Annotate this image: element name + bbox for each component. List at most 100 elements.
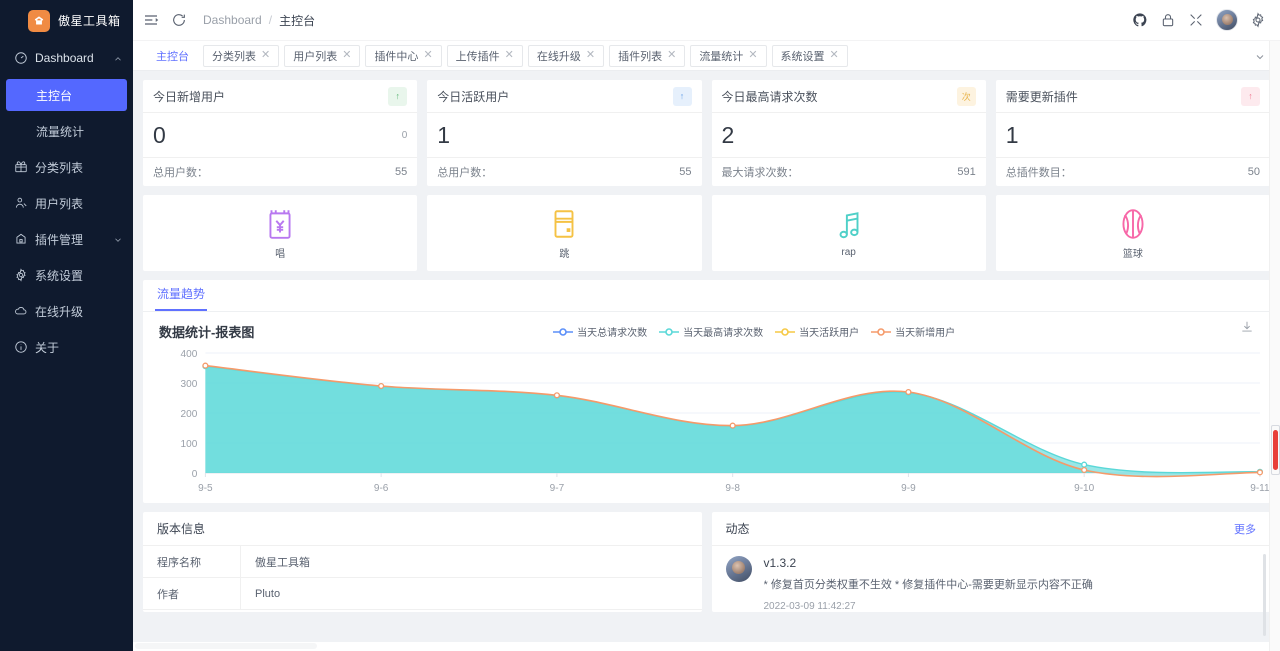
- category-card-chang[interactable]: 唱: [143, 195, 417, 271]
- sidebar-item-category-list[interactable]: 分类列表: [0, 151, 133, 183]
- trend-up-badge-icon: ↑: [1241, 87, 1260, 106]
- sidebar-group-dashboard[interactable]: Dashboard: [0, 41, 133, 75]
- avatar[interactable]: [1216, 9, 1238, 31]
- legend-item-active-users[interactable]: 当天活跃用户: [775, 324, 859, 339]
- tab-plugin-center[interactable]: 插件中心 ✕: [365, 45, 441, 67]
- category-card-row: 唱 跳 rap 篮球: [143, 195, 1270, 271]
- close-icon[interactable]: ✕: [830, 50, 839, 61]
- sidebar-item-label: 在线升级: [35, 303, 123, 320]
- tab-traffic-stats[interactable]: 流量统计 ✕: [690, 45, 766, 67]
- sidebar-item-label: 用户列表: [35, 195, 123, 212]
- tab-plugin-list[interactable]: 插件列表✕: [609, 45, 685, 67]
- sidebar-item-plugin-manage[interactable]: 插件管理: [0, 223, 133, 255]
- legend-marker-icon: [659, 327, 679, 337]
- sidebar-item-about[interactable]: 关于: [0, 331, 133, 363]
- table-cell-key: 程序名称: [143, 546, 241, 577]
- panel-header: 版本信息: [143, 512, 702, 546]
- stat-card-max-requests: 今日最高请求次数 次 2 最大请求次数： 591: [712, 80, 986, 186]
- sidebar-item-online-upgrade[interactable]: 在线升级: [0, 295, 133, 327]
- legend-item-total-requests[interactable]: 当天总请求次数: [553, 324, 647, 339]
- table-cell-key: 作者: [143, 578, 241, 609]
- github-icon[interactable]: [1132, 12, 1148, 28]
- stat-card-active-users: 今日活跃用户 ↑ 1 总用户数： 55: [427, 80, 701, 186]
- topbar: Dashboard / 主控台: [133, 0, 1280, 41]
- tab-label: 插件中心: [374, 48, 418, 64]
- breadcrumb-root[interactable]: Dashboard: [203, 13, 262, 27]
- more-link[interactable]: 更多: [1234, 521, 1256, 537]
- tab-online-upgrade[interactable]: 在线升级✕: [528, 45, 604, 67]
- music-note-icon: [832, 209, 866, 243]
- tab-label: 系统设置: [781, 48, 825, 64]
- gear-icon: [14, 268, 28, 282]
- close-icon[interactable]: ✕: [261, 50, 270, 61]
- sidebar-item-dashboard-console[interactable]: 主控台: [6, 79, 127, 111]
- stat-card-footer: 总插件数目： 50: [996, 158, 1270, 186]
- stat-card-row: 今日新增用户 ↑ 0 0 总用户数： 55 今日活跃用户 ↑: [143, 80, 1270, 186]
- sidebar-item-label: 关于: [35, 339, 123, 356]
- category-card-label: 跳: [559, 245, 569, 260]
- page-scrollbar-thumb[interactable]: [1273, 430, 1278, 470]
- close-icon[interactable]: ✕: [342, 50, 351, 61]
- trend-up-badge-icon: ↑: [388, 87, 407, 106]
- logo[interactable]: 傲星工具箱: [0, 0, 133, 41]
- download-icon[interactable]: [1240, 320, 1254, 334]
- category-card-rap[interactable]: rap: [712, 195, 986, 271]
- legend-marker-icon: [775, 327, 795, 337]
- sidebar-item-user-list[interactable]: 用户列表: [0, 187, 133, 219]
- close-icon[interactable]: ✕: [505, 50, 514, 61]
- sidebar-item-system-settings[interactable]: 系统设置: [0, 259, 133, 291]
- svg-text:9-5: 9-5: [198, 483, 213, 494]
- panel-title: 版本信息: [157, 520, 205, 537]
- app-root: 傲星工具箱 Dashboard 主控台 流量统计 分类列表: [0, 0, 1280, 651]
- gift-icon: [14, 160, 28, 174]
- stat-card-side-value: 0: [402, 130, 408, 141]
- tab-system-settings[interactable]: 系统设置 ✕: [772, 45, 848, 67]
- stat-card-value: 1: [1006, 124, 1019, 147]
- fullscreen-icon[interactable]: [1188, 12, 1204, 28]
- lock-icon[interactable]: [1160, 12, 1176, 28]
- panel-title: 动态: [726, 520, 750, 537]
- avatar: [726, 556, 752, 582]
- legend-item-new-users[interactable]: 当天新增用户: [871, 324, 955, 339]
- chart-tab-traffic-trend[interactable]: 流量趋势: [155, 285, 207, 311]
- tab-category-list[interactable]: 分类列表✕: [203, 45, 279, 67]
- tab-user-list[interactable]: 用户列表✕: [284, 45, 360, 67]
- category-card-basketball[interactable]: 篮球: [996, 195, 1270, 271]
- sidebar-item-traffic-stats[interactable]: 流量统计: [6, 115, 127, 147]
- tab-console[interactable]: 主控台: [147, 45, 198, 67]
- stat-card-foot-value: 50: [1248, 166, 1260, 178]
- sidebar-group-label: Dashboard: [35, 51, 106, 65]
- chart-tab-bar: 流量趋势: [143, 280, 1270, 312]
- close-icon[interactable]: ✕: [667, 50, 676, 61]
- money-ticket-icon: [263, 207, 297, 241]
- svg-text:9-10: 9-10: [1074, 483, 1095, 494]
- tab-label: 流量统计: [699, 48, 743, 64]
- legend-label: 当天总请求次数: [577, 324, 647, 339]
- horizontal-scrollbar[interactable]: [133, 642, 1269, 651]
- stat-card-new-users: 今日新增用户 ↑ 0 0 总用户数： 55: [143, 80, 417, 186]
- tab-upload-plugin[interactable]: 上传插件✕: [447, 45, 523, 67]
- close-icon[interactable]: ✕: [748, 50, 757, 61]
- close-icon[interactable]: ✕: [423, 50, 432, 61]
- svg-text:9-6: 9-6: [374, 483, 389, 494]
- breadcrumb-separator: /: [269, 13, 272, 27]
- stat-card-footer: 最大请求次数： 591: [712, 158, 986, 186]
- settings-gear-icon[interactable]: [1250, 12, 1266, 28]
- stat-card-title: 今日新增用户: [153, 88, 225, 105]
- chart-header: 数据统计-报表图 当天总请求次数 当天最高请求次数 当天活跃用户: [143, 312, 1270, 341]
- sidebar-subitem-label: 流量统计: [36, 123, 84, 140]
- chart-legend: 当天总请求次数 当天最高请求次数 当天活跃用户 当天新增用户: [553, 324, 955, 339]
- stat-card-header: 需要更新插件 ↑: [996, 80, 1270, 113]
- stat-card-body: 2: [712, 113, 986, 158]
- app-logo-icon: [28, 10, 50, 32]
- menu-collapse-icon[interactable]: [143, 12, 159, 28]
- close-icon[interactable]: ✕: [586, 50, 595, 61]
- horizontal-scrollbar-thumb[interactable]: [135, 643, 317, 649]
- refresh-icon[interactable]: [171, 12, 187, 28]
- category-card-tiao[interactable]: 跳: [427, 195, 701, 271]
- legend-item-max-requests[interactable]: 当天最高请求次数: [659, 324, 763, 339]
- page-scrollbar[interactable]: [1269, 41, 1280, 651]
- table-row: 作者 Pluto: [143, 578, 702, 610]
- feed-scrollbar[interactable]: [1263, 554, 1266, 636]
- tabbar-chevron-down-icon[interactable]: [1254, 50, 1266, 62]
